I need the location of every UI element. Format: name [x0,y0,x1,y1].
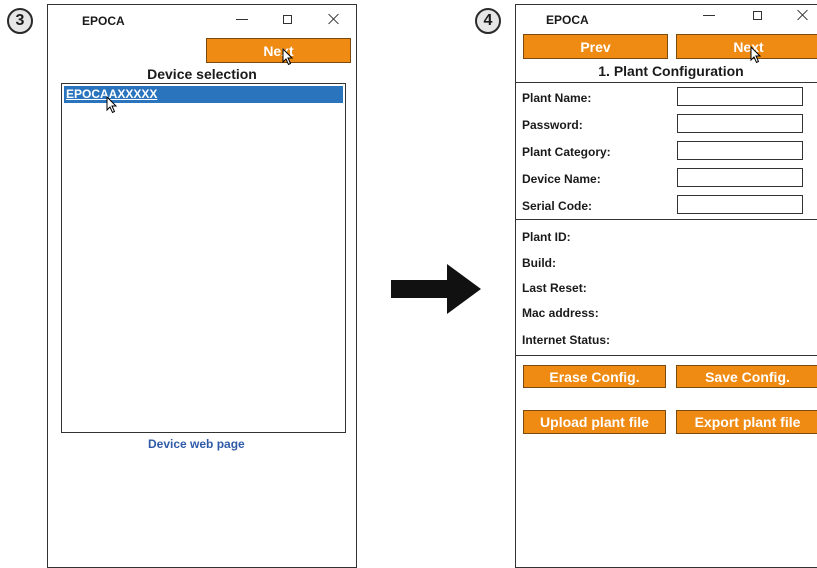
cursor-icon [750,46,762,64]
maximize-icon [752,10,762,20]
password-label: Password: [522,118,583,132]
titlebar: EPOCA [516,5,817,31]
export-plant-file-button[interactable]: Export plant file [676,410,817,434]
upload-plant-file-button[interactable]: Upload plant file [523,410,666,434]
next-button[interactable]: Next [206,38,351,63]
minimize-icon [703,14,715,16]
window-title: EPOCA [546,13,589,27]
section-title: Device selection [147,66,257,82]
section-title: 1. Plant Configuration [598,63,744,79]
cursor-icon [282,48,294,66]
maximize-button[interactable] [747,5,767,25]
plant-name-input[interactable] [677,87,803,106]
serial-code-input[interactable] [677,195,803,214]
divider [516,82,817,83]
build-label: Build: [522,256,556,270]
close-icon [797,9,809,21]
close-button[interactable] [793,5,813,25]
cursor-icon [106,96,118,114]
minimize-icon [236,18,248,20]
plant-id-label: Plant ID: [522,230,571,244]
last-reset-label: Last Reset: [522,281,587,295]
internet-status-label: Internet Status: [522,333,611,347]
device-selection-window: EPOCA Next Device selection EPOCAAXXXXX … [47,4,357,568]
divider [516,355,817,356]
mac-address-label: Mac address: [522,306,599,320]
minimize-button[interactable] [699,5,719,25]
arrow-right-icon [391,264,481,314]
device-list[interactable]: EPOCAAXXXXX [61,83,346,433]
device-name-input[interactable] [677,168,803,187]
prev-button[interactable]: Prev [523,34,668,59]
device-web-page-link[interactable]: Device web page [148,437,245,451]
close-button[interactable] [324,9,344,29]
titlebar: EPOCA [48,5,356,35]
window-title: EPOCA [82,14,125,28]
device-name-label: Device Name: [522,172,601,186]
plant-configuration-window: EPOCA Prev Next 1. Plant Configuration P… [515,4,817,568]
plant-category-input[interactable] [677,141,803,160]
save-config-button[interactable]: Save Config. [676,365,817,388]
plant-name-label: Plant Name: [522,91,592,105]
close-icon [328,13,340,25]
maximize-button[interactable] [277,9,297,29]
plant-category-label: Plant Category: [522,145,611,159]
maximize-icon [282,14,292,24]
serial-code-label: Serial Code: [522,199,593,213]
erase-config-button[interactable]: Erase Config. [523,365,666,388]
minimize-button[interactable] [232,9,252,29]
next-button[interactable]: Next [676,34,817,59]
step-4-badge: 4 [475,8,501,34]
password-input[interactable] [677,114,803,133]
step-3-badge: 3 [7,8,33,34]
divider [516,219,817,220]
